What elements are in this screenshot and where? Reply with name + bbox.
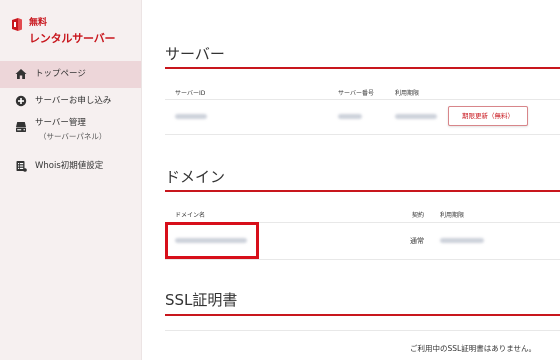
ssl-section-title: SSL証明書: [165, 291, 238, 309]
table-row-divider: [165, 259, 560, 260]
server-section-title: サーバー: [165, 45, 225, 63]
table-header-divider: [165, 99, 560, 100]
domain-name-highlight-box: [165, 222, 259, 259]
sidebar-item-top-page[interactable]: トップページ: [0, 61, 141, 88]
sidebar-item-label: サーバー管理: [35, 118, 86, 128]
sidebar-item-whois-settings[interactable]: Whois初期値設定: [0, 157, 141, 184]
sidebar-item-server-apply[interactable]: サーバーお申し込み: [0, 88, 141, 115]
app-window: 無料 レンタルサーバー トップページ サーバーお申し込み サーバー管理 （サーバ…: [0, 0, 560, 360]
column-header-server-number: サーバー番号: [338, 90, 374, 97]
ssl-empty-message: ご利用中のSSL証明書はありません。: [410, 344, 536, 353]
brand[interactable]: 無料 レンタルサーバー: [12, 16, 115, 46]
column-header-domain-expiry: 利用期限: [440, 212, 465, 219]
column-header-server-id: サーバーID: [175, 90, 206, 97]
plus-circle-icon: [15, 95, 27, 107]
column-header-domain-name: ドメイン名: [175, 212, 206, 219]
brand-line-2: レンタルサーバー: [29, 32, 116, 45]
column-header-contract: 契約: [412, 212, 425, 219]
server-number-value-blurred: [338, 114, 362, 119]
domain-section-divider: [165, 190, 560, 192]
server-icon: [16, 122, 26, 132]
server-id-value-blurred: [175, 114, 207, 119]
ssl-section-divider: [165, 314, 560, 316]
sidebar-item-label: サーバーお申し込み: [35, 96, 112, 106]
document-list-icon: [16, 161, 27, 172]
sidebar-item-server-manage[interactable]: サーバー管理 （サーバーパネル）: [0, 115, 141, 157]
server-expiry-value-blurred: [395, 114, 437, 119]
sidebar-item-label: トップページ: [35, 69, 86, 79]
ssl-table-divider: [165, 330, 560, 331]
sidebar-item-sublabel: （サーバーパネル）: [39, 132, 107, 141]
server-section-divider: [165, 67, 560, 69]
column-header-expiry: 利用期限: [395, 90, 420, 97]
brand-name: 無料 レンタルサーバー: [29, 16, 115, 46]
renew-expiry-button[interactable]: 期限更新（無料）: [448, 106, 528, 126]
domain-expiry-value-blurred: [440, 238, 484, 243]
home-icon: [15, 69, 27, 79]
brand-line-1: 無料: [29, 18, 48, 28]
sidebar-item-label: Whois初期値設定: [35, 161, 104, 171]
table-row-divider: [165, 134, 560, 135]
domain-contract-value: 通常: [410, 237, 424, 245]
sidebar-nav: トップページ サーバーお申し込み サーバー管理 （サーバーパネル） Whois初…: [0, 61, 141, 184]
sidebar: 無料 レンタルサーバー トップページ サーバーお申し込み サーバー管理 （サーバ…: [0, 0, 142, 360]
domain-section-title: ドメイン: [165, 168, 226, 186]
main-content: サーバー サーバーID サーバー番号 利用期限 期限更新（無料） ドメイン ドメ…: [142, 0, 560, 360]
brand-logo-icon: [12, 18, 22, 31]
